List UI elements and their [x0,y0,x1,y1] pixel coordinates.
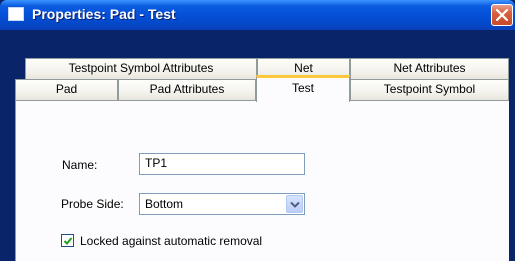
dropdown-button[interactable] [286,195,303,213]
tab-label: Testpoint Symbol Attributes [68,61,214,75]
tab-testpoint-symbol[interactable]: Testpoint Symbol [350,79,509,100]
close-button[interactable] [491,4,513,26]
tab-label: Net Attributes [393,61,466,75]
tab-testpoint-symbol-attributes[interactable]: Testpoint Symbol Attributes [25,58,257,79]
checkmark-icon [63,237,73,245]
tab-label: Net [294,61,313,75]
tab-test[interactable]: Test [256,75,350,102]
title-bar[interactable]: Properties: Pad - Test [0,0,515,30]
tab-net-attributes[interactable]: Net Attributes [350,58,509,79]
tab-pad-attributes[interactable]: Pad Attributes [118,79,256,100]
tab-label: Pad Attributes [149,82,225,96]
tab-pad[interactable]: Pad [15,79,118,100]
name-field[interactable]: TP1 [139,153,305,175]
locked-checkbox[interactable] [61,234,74,247]
locked-label[interactable]: Locked against automatic removal [80,234,262,248]
probe-side-label: Probe Side: [61,197,124,211]
window-title: Properties: Pad - Test [32,6,176,22]
probe-side-value: Bottom [145,197,184,211]
name-label: Name: [62,158,98,172]
tab-label: Testpoint Symbol [383,82,476,96]
close-icon [496,9,508,21]
chevron-down-icon [290,201,300,208]
window-icon [8,7,24,21]
probe-side-select[interactable]: Bottom [139,193,305,215]
tab-label: Test [291,81,314,95]
tab-label: Pad [55,82,78,96]
